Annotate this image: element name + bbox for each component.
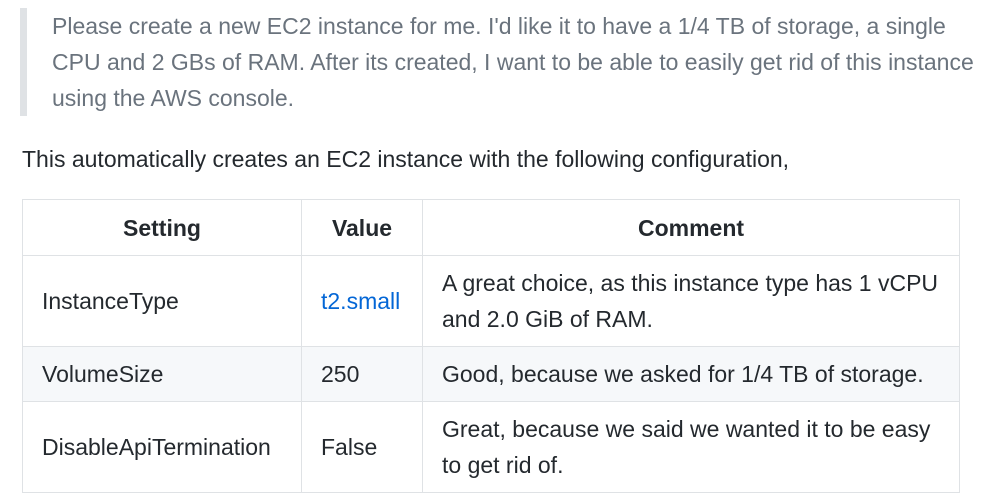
cell-value: False <box>301 401 423 493</box>
table-header-row: Setting Value Comment <box>22 199 960 256</box>
cell-setting: DisableApiTermination <box>22 401 302 493</box>
header-comment: Comment <box>422 199 960 256</box>
value-link[interactable]: t2.small <box>321 288 400 314</box>
cell-comment: A great choice, as this instance type ha… <box>422 255 960 347</box>
cell-value: t2.small <box>301 255 423 347</box>
cell-comment: Good, because we asked for 1/4 TB of sto… <box>422 346 960 402</box>
table-row: InstanceType t2.small A great choice, as… <box>22 255 960 347</box>
header-setting: Setting <box>22 199 302 256</box>
cell-setting: VolumeSize <box>22 346 302 402</box>
cell-comment: Great, because we said we wanted it to b… <box>422 401 960 493</box>
cell-setting: InstanceType <box>22 255 302 347</box>
table-row: VolumeSize 250 Good, because we asked fo… <box>22 346 960 402</box>
cell-value: 250 <box>301 346 423 402</box>
table-row: DisableApiTermination False Great, becau… <box>22 401 960 493</box>
intro-paragraph: This automatically creates an EC2 instan… <box>22 141 789 177</box>
intro-text: This automatically creates an EC2 instan… <box>22 146 790 172</box>
header-value: Value <box>301 199 423 256</box>
configuration-table: Setting Value Comment InstanceType t2.sm… <box>22 199 960 493</box>
request-blockquote: Please create a new EC2 instance for me.… <box>20 8 982 116</box>
request-text: Please create a new EC2 instance for me.… <box>52 13 974 111</box>
